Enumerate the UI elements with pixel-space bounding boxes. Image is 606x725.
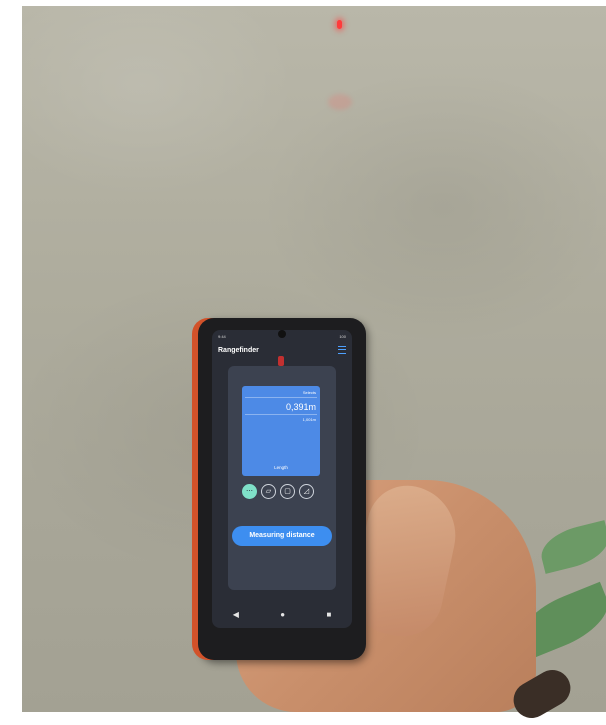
- angle-icon: ◿: [303, 488, 310, 495]
- back-icon[interactable]: ◀: [233, 610, 239, 619]
- divider: [245, 414, 317, 415]
- measurement-viewfinder: Selects 0,391m 1,001m Length ⋯ ▱ ▢ ◿: [228, 366, 336, 590]
- status-battery: 100: [339, 333, 346, 339]
- readout-panel: Selects 0,391m 1,001m Length: [242, 386, 320, 476]
- angle-tool-button[interactable]: ◿: [299, 484, 314, 499]
- volume-icon: ▢: [284, 488, 291, 495]
- readout-main-value: 0,391m: [285, 402, 316, 412]
- phone-screen: 9:44 100 Rangefinder Selects 0,391m 1,00…: [212, 330, 352, 628]
- recents-icon[interactable]: ■: [326, 610, 331, 619]
- length-icon: ⋯: [246, 488, 253, 495]
- laser-dot: [337, 20, 342, 29]
- app-title: Rangefinder: [218, 346, 259, 354]
- area-icon: ▱: [265, 488, 272, 495]
- readout-secondary-value: 1,001m: [302, 417, 316, 422]
- mode-label: Length: [274, 465, 288, 470]
- tool-selector: ⋯ ▱ ▢ ◿: [242, 484, 314, 499]
- divider: [245, 397, 317, 398]
- volume-tool-button[interactable]: ▢: [280, 484, 295, 499]
- phone: 9:44 100 Rangefinder Selects 0,391m 1,00…: [198, 318, 366, 660]
- laser-reflection: [328, 94, 352, 110]
- readout-top-label: Selects: [302, 390, 316, 395]
- laser-indicator: [278, 356, 284, 366]
- home-icon[interactable]: ●: [280, 610, 285, 619]
- status-time: 9:44: [218, 333, 226, 339]
- measuring-distance-button[interactable]: Measuring distance: [232, 526, 332, 546]
- length-tool-button[interactable]: ⋯: [242, 484, 257, 499]
- area-tool-button[interactable]: ▱: [261, 484, 276, 499]
- camera-notch: [278, 330, 286, 338]
- menu-icon[interactable]: [338, 346, 346, 354]
- system-nav-bar: ◀ ● ■: [212, 600, 352, 628]
